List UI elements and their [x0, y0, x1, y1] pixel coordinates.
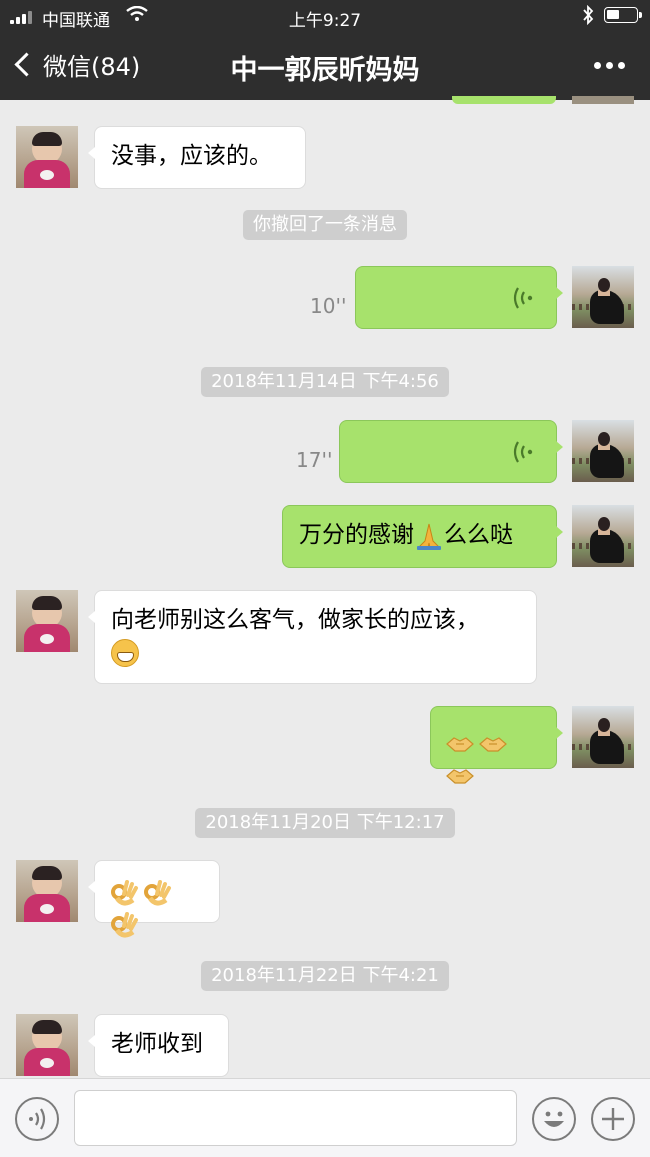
- my-avatar[interactable]: [572, 706, 634, 768]
- received-message[interactable]: 没事，应该的。: [88, 126, 306, 189]
- sent-message[interactable]: 万分的感谢 么么哒: [282, 505, 563, 568]
- emoji-button[interactable]: [532, 1097, 576, 1141]
- message-text: 么么哒: [444, 522, 513, 548]
- timestamp-text: 2018年11月22日 下午4:21: [201, 961, 449, 991]
- handshake-emoji: [479, 736, 507, 752]
- contact-avatar[interactable]: [16, 126, 78, 188]
- grin-emoji: [111, 638, 139, 667]
- ok-hand-emoji: [144, 879, 171, 905]
- contact-avatar[interactable]: [16, 1014, 78, 1076]
- voice-wave-icon: [513, 287, 533, 309]
- battery-icon: [604, 7, 642, 23]
- voice-duration: 10'': [310, 294, 347, 318]
- my-avatar[interactable]: [572, 420, 634, 482]
- sent-emoji-message[interactable]: [430, 706, 563, 784]
- my-avatar[interactable]: [572, 505, 634, 567]
- received-message[interactable]: 老师收到: [88, 1014, 229, 1077]
- input-bar: [0, 1078, 650, 1157]
- emoji-icon: [544, 1111, 564, 1127]
- handshake-emoji: [446, 768, 474, 784]
- previous-avatar-edge: [572, 96, 634, 104]
- timestamp: 2018年11月14日 下午4:56: [0, 367, 650, 397]
- bluetooth-icon: [582, 4, 594, 29]
- recall-text: 你撤回了一条消息: [243, 210, 407, 240]
- top-bar: 中国联通 上午9:27 微信(84) 中一郭辰昕妈妈: [0, 0, 650, 100]
- clock: 上午9:27: [288, 11, 362, 31]
- timestamp: 2018年11月22日 下午4:21: [0, 961, 650, 991]
- more-dots-icon[interactable]: [590, 52, 630, 76]
- ok-hand-emoji: [111, 879, 138, 905]
- ok-hand-emoji: [111, 911, 138, 937]
- contact-avatar[interactable]: [16, 590, 78, 652]
- received-message[interactable]: 向老师别这么客气，做家长的应该，: [88, 590, 537, 684]
- handshake-emoji: [446, 736, 474, 752]
- timestamp-text: 2018年11月20日 下午12:17: [195, 808, 455, 838]
- timestamp: 2018年11月20日 下午12:17: [0, 808, 650, 838]
- my-avatar[interactable]: [572, 266, 634, 328]
- voice-input-button[interactable]: [15, 1097, 59, 1141]
- recall-notice: 你撤回了一条消息: [0, 210, 650, 240]
- status-bar: 中国联通 上午9:27: [0, 0, 650, 32]
- plus-icon: [602, 1108, 624, 1130]
- voice-wave-icon: [513, 441, 533, 463]
- received-emoji-message[interactable]: [88, 860, 220, 937]
- message-text: 万分的感谢: [299, 522, 414, 548]
- timestamp-text: 2018年11月14日 下午4:56: [201, 367, 449, 397]
- sent-voice-message[interactable]: [355, 266, 563, 329]
- message-input[interactable]: [74, 1090, 517, 1146]
- nav-bar: 微信(84) 中一郭辰昕妈妈: [0, 32, 650, 100]
- sent-voice-message[interactable]: [339, 420, 563, 483]
- contact-avatar[interactable]: [16, 860, 78, 922]
- voice-duration: 17'': [296, 448, 333, 472]
- message-text: 向老师别这么客气，做家长的应该，: [111, 607, 479, 633]
- chat-title: 中一郭辰昕妈妈: [230, 55, 420, 86]
- pray-emoji: [416, 523, 442, 550]
- message-text: 没事，应该的。: [111, 143, 272, 169]
- message-text: 老师收到: [111, 1031, 203, 1057]
- previous-message-edge: [452, 96, 556, 104]
- voice-input-icon: [29, 1108, 46, 1130]
- more-functions-button[interactable]: [591, 1097, 635, 1141]
